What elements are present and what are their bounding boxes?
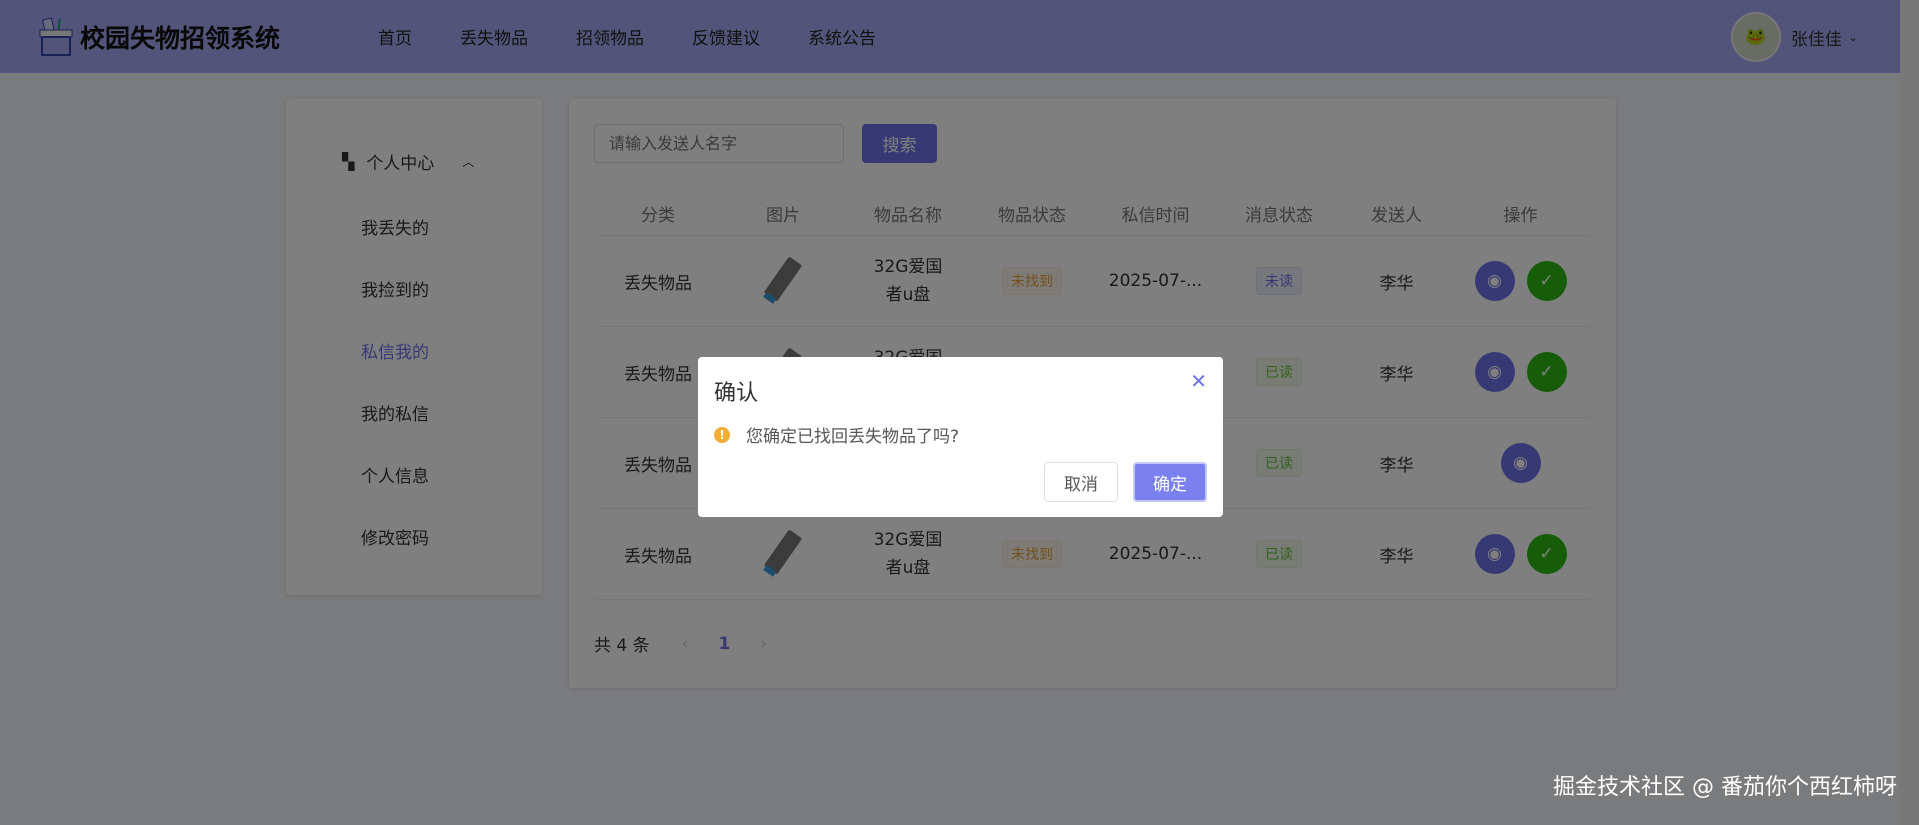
dialog-title: 确认 bbox=[714, 381, 759, 406]
dialog-message: 您确定已找回丢失物品了吗? bbox=[746, 427, 960, 447]
cancel-button[interactable]: 取消 bbox=[1044, 462, 1118, 502]
close-icon[interactable]: ✕ bbox=[1190, 369, 1207, 393]
confirm-button[interactable]: 确定 bbox=[1133, 462, 1207, 502]
warning-icon: ! bbox=[714, 426, 730, 443]
watermark: 掘金技术社区 @ 番茄你个西红柿呀 bbox=[1553, 775, 1897, 800]
confirm-dialog: 确认 ✕ ! 您确定已找回丢失物品了吗? 取消 确定 bbox=[698, 357, 1223, 517]
